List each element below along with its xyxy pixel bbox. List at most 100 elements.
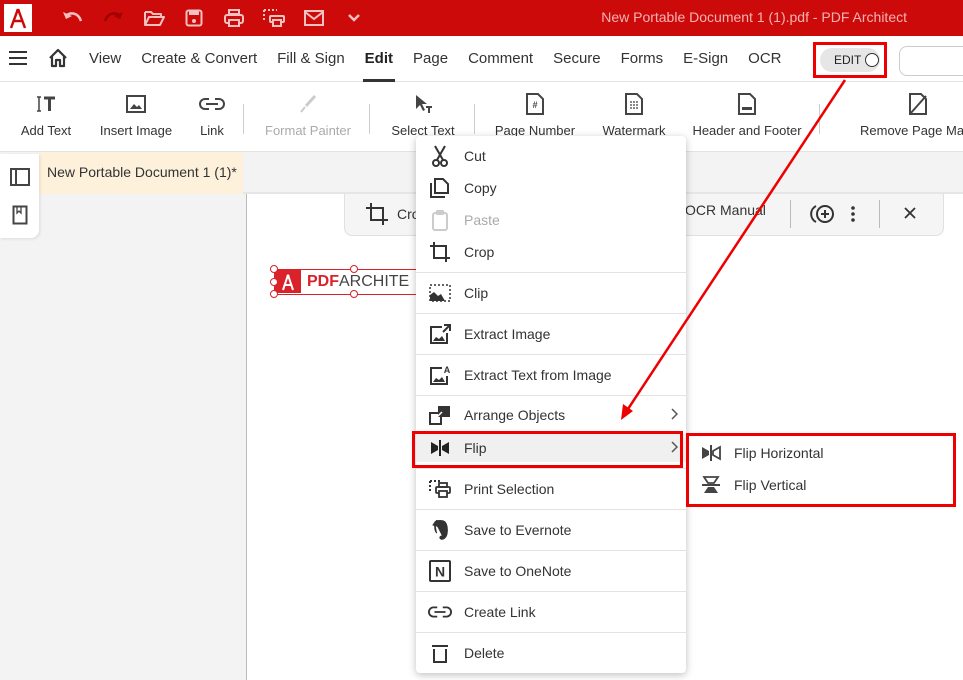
copy-icon	[428, 176, 452, 200]
menu-bar: View Create & Convert Fill & Sign Edit P…	[0, 36, 963, 82]
home-icon[interactable]	[48, 48, 70, 70]
search-input[interactable]	[899, 46, 963, 76]
tab-page[interactable]: Page	[403, 36, 458, 82]
flip-vertical-icon	[699, 473, 723, 497]
tab-secure[interactable]: Secure	[543, 36, 611, 82]
clip-icon	[428, 281, 452, 305]
edit-mode-toggle[interactable]: EDIT	[820, 48, 880, 72]
menu-tabs: View Create & Convert Fill & Sign Edit P…	[89, 36, 792, 82]
ocr-manual-button[interactable]: OCR Manual	[685, 202, 766, 218]
print-selection-icon[interactable]	[261, 6, 287, 30]
menu-item-print-selection[interactable]: Print Selection	[416, 469, 686, 509]
menu-item-paste[interactable]: Paste	[416, 204, 686, 236]
svg-text:A: A	[444, 365, 451, 375]
add-text-button[interactable]: Add Text	[18, 82, 74, 152]
arrange-icon	[428, 403, 452, 427]
evernote-icon	[428, 518, 452, 542]
image-icon	[126, 92, 146, 116]
undo-icon[interactable]	[60, 6, 86, 30]
close-icon[interactable]	[903, 206, 917, 220]
more-options-icon[interactable]	[850, 204, 856, 224]
menu-item-delete[interactable]: Delete	[416, 633, 686, 673]
tab-e-sign[interactable]: E-Sign	[673, 36, 738, 82]
svg-text:N: N	[435, 564, 445, 580]
menu-item-create-link[interactable]: Create Link	[416, 592, 686, 632]
remove-page-marks-button[interactable]: Remove Page Ma	[860, 82, 963, 152]
submenu-item-flip-horizontal[interactable]: Flip Horizontal	[689, 437, 953, 469]
watermark-icon	[625, 92, 643, 116]
tab-edit[interactable]: Edit	[355, 36, 403, 82]
extract-image-icon	[428, 322, 452, 346]
tab-forms[interactable]: Forms	[611, 36, 674, 82]
crop-tool-button[interactable]: Cro	[365, 202, 420, 226]
edit-toggle-highlight: EDIT	[813, 42, 887, 78]
paste-icon	[428, 208, 452, 232]
add-text-icon	[35, 92, 57, 116]
page-number-icon: #	[526, 92, 544, 116]
select-text-icon	[413, 92, 433, 116]
tab-ocr[interactable]: OCR	[738, 36, 791, 82]
toolbar-separator	[879, 200, 880, 228]
menu-item-crop[interactable]: Crop	[416, 236, 686, 268]
brush-icon	[298, 92, 318, 116]
resize-handle[interactable]	[350, 290, 358, 298]
crop-icon	[366, 203, 388, 225]
app-logo[interactable]	[4, 4, 32, 32]
extract-text-icon: A	[428, 363, 452, 387]
menu-item-clip[interactable]: Clip	[416, 273, 686, 313]
header-footer-button[interactable]: Header and Footer	[692, 82, 802, 152]
open-folder-icon[interactable]	[141, 6, 167, 30]
resize-handle[interactable]	[350, 265, 358, 273]
header-footer-icon	[738, 92, 756, 116]
ribbon-separator	[819, 104, 820, 134]
menu-item-save-to-onenote[interactable]: N Save to OneNote	[416, 551, 686, 591]
print-icon[interactable]	[221, 6, 247, 30]
ribbon-separator	[474, 104, 475, 134]
crop-icon	[428, 240, 452, 264]
tab-view[interactable]: View	[89, 36, 131, 82]
insert-image-button[interactable]: Insert Image	[96, 82, 176, 152]
bookmark-icon[interactable]	[9, 204, 31, 226]
add-circle-icon[interactable]	[810, 204, 836, 224]
logo-text: PDFARCHITE	[307, 273, 410, 290]
toolbar-separator	[790, 200, 791, 228]
svg-text:#: #	[532, 100, 537, 110]
link-icon	[199, 92, 225, 116]
menu-item-extract-text[interactable]: A Extract Text from Image	[416, 355, 686, 395]
link-icon	[428, 600, 452, 624]
menu-item-copy[interactable]: Copy	[416, 172, 686, 204]
context-menu: Cut Copy Paste Crop Clip Extract Image A…	[416, 136, 686, 673]
menu-item-extract-image[interactable]: Extract Image	[416, 314, 686, 354]
format-painter-button[interactable]: Format Painter	[263, 82, 353, 152]
panel-toggle-icon[interactable]	[9, 166, 31, 188]
document-tab[interactable]: New Portable Document 1 (1)*	[39, 152, 243, 194]
flip-submenu: Flip Horizontal Flip Vertical	[686, 433, 956, 507]
chevron-right-icon	[670, 407, 679, 423]
resize-handle[interactable]	[270, 278, 278, 286]
hamburger-menu-icon[interactable]	[8, 50, 30, 68]
save-icon[interactable]	[181, 6, 207, 30]
ribbon-separator	[243, 104, 244, 134]
menu-item-arrange-objects[interactable]: Arrange Objects	[416, 396, 686, 434]
chevron-down-icon[interactable]	[341, 6, 367, 30]
redo-icon[interactable]	[100, 6, 126, 30]
tab-fill-sign[interactable]: Fill & Sign	[267, 36, 355, 82]
submenu-item-flip-vertical[interactable]: Flip Vertical	[689, 469, 953, 501]
menu-item-cut[interactable]: Cut	[416, 140, 686, 172]
remove-page-marks-icon	[908, 92, 928, 116]
resize-handle[interactable]	[270, 265, 278, 273]
email-icon[interactable]	[301, 6, 327, 30]
resize-handle[interactable]	[270, 290, 278, 298]
toggle-knob	[865, 53, 880, 67]
selected-logo-image[interactable]: PDFARCHITE	[270, 265, 434, 298]
edit-toggle-label: EDIT	[834, 53, 862, 67]
tab-comment[interactable]: Comment	[458, 36, 543, 82]
flip-highlight-annotation	[412, 431, 683, 468]
link-button[interactable]: Link	[196, 82, 228, 152]
window-title: New Portable Document 1 (1).pdf - PDF Ar…	[601, 9, 907, 25]
print-selection-icon	[428, 477, 452, 501]
menu-item-save-to-evernote[interactable]: Save to Evernote	[416, 510, 686, 550]
logo-mark-icon	[275, 270, 301, 293]
trash-icon	[428, 641, 452, 665]
tab-create-convert[interactable]: Create & Convert	[131, 36, 267, 82]
